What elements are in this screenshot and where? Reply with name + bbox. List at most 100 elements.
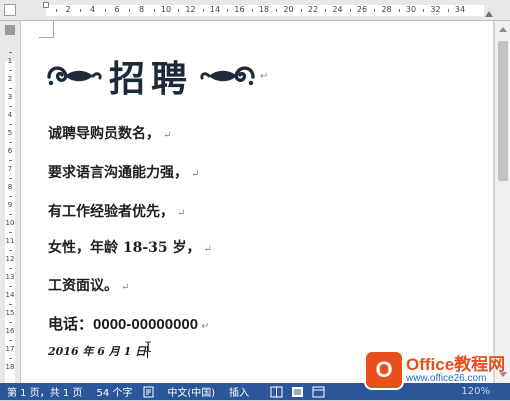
ruler-tick <box>300 9 302 12</box>
ruler-number: 2 <box>7 75 13 83</box>
paragraph-mark: ↵ <box>191 169 200 180</box>
ruler-number: 32 <box>430 5 441 14</box>
ruler-number: 28 <box>381 5 392 14</box>
vertical-scrollbar[interactable] <box>494 21 510 383</box>
ruler-tick <box>9 142 12 143</box>
read-mode-icon[interactable] <box>270 386 283 398</box>
vertical-ruler[interactable]: 1 2 3 4 5 6 7 8 9 10 11 12 13 14 15 16 17 18 <box>0 21 21 383</box>
scroll-up-icon[interactable] <box>499 27 507 32</box>
paragraph-text: 诚聘导购员数名， <box>48 126 160 142</box>
ruler-number: 4 <box>89 5 96 14</box>
ruler-number: 17 <box>5 345 15 353</box>
paragraph-2[interactable]: 要求语言沟通能力强， ↵ <box>48 162 199 182</box>
ruler-tick <box>374 9 376 12</box>
ruler-number: 6 <box>7 147 13 155</box>
date-text: 2016 年 6 月 1 日 <box>48 345 147 358</box>
ruler-number: 8 <box>138 5 145 14</box>
ruler-tick <box>202 9 204 12</box>
ruler-tick <box>9 232 12 233</box>
paragraph-mark: ↵ <box>177 208 186 219</box>
ibeam-cursor-icon: I <box>144 340 153 356</box>
phone-label: 电话： <box>48 315 94 333</box>
page-count[interactable]: 第 1 页，共 1 页 <box>0 384 89 399</box>
document-title[interactable]: 招聘 <box>109 50 193 102</box>
ruler-number: 7 <box>7 165 13 173</box>
ruler-tick <box>55 9 57 12</box>
right-indent-marker[interactable] <box>485 11 493 17</box>
ruler-number: 20 <box>283 5 294 14</box>
paragraph-5[interactable]: 工资面议。 ↵ <box>48 275 129 295</box>
ruler-tick <box>9 214 12 215</box>
ruler-tick <box>104 9 106 12</box>
ruler-number: 14 <box>209 5 221 14</box>
paragraph-mark: ↵ <box>260 70 269 82</box>
scrollbar-thumb[interactable] <box>498 41 508 181</box>
ruler-tick <box>251 9 253 12</box>
paragraph-text: 有工作经验者优先， <box>48 204 174 220</box>
proofing-icon[interactable] <box>143 386 156 398</box>
phone-paragraph[interactable]: 电话：0000-00000000 ↵ <box>48 313 210 334</box>
ruler-tick <box>9 358 12 359</box>
date-paragraph[interactable]: 2016 年 6 月 1 日 <box>48 343 149 359</box>
ruler-tick <box>129 9 131 12</box>
web-layout-icon[interactable] <box>312 386 325 398</box>
ruler-number: 2 <box>65 5 71 14</box>
paragraph-mark: ↵ <box>203 244 212 255</box>
horizontal-ruler[interactable]: 2 4 6 8 10 12 14 16 18 20 22 24 26 28 30 32 34 <box>0 0 510 21</box>
ruler-number: 14 <box>5 291 15 299</box>
ruler-number: 10 <box>160 5 172 14</box>
ruler-tick <box>398 9 400 12</box>
ruler-tick <box>9 268 12 269</box>
ruler-tick <box>9 196 12 197</box>
watermark-title: Office教程网 <box>406 354 506 374</box>
left-ornament-icon <box>45 61 103 91</box>
margin-crop-mark <box>39 21 54 38</box>
print-layout-icon[interactable] <box>291 386 304 398</box>
ruler-tick <box>9 322 12 323</box>
paragraph-text: 要求语言沟通能力强， <box>48 165 188 181</box>
tab-selector-button[interactable] <box>4 4 16 16</box>
paragraph-text: 女性，年龄 18-35 岁， <box>48 240 201 256</box>
ruler-number: 16 <box>5 327 15 335</box>
ruler-tick <box>9 88 12 89</box>
ruler-number: 9 <box>7 201 13 209</box>
ruler-number: 18 <box>258 5 270 14</box>
ruler-tick <box>9 124 12 125</box>
paragraph-1[interactable]: 诚聘导购员数名， ↵ <box>48 123 171 143</box>
ruler-tick <box>227 9 229 12</box>
ruler-tick <box>9 52 12 53</box>
ruler-number: 13 <box>5 273 15 281</box>
ruler-tick <box>423 9 425 12</box>
ruler-tick <box>9 304 12 305</box>
document-page[interactable]: 招聘 ↵ 诚聘导购员数名， ↵ 要求语言沟通能力强， ↵ 有工作经验者优先， ↵ 女性… <box>21 21 493 383</box>
ruler-tick <box>80 9 82 12</box>
title-row: 招聘 ↵ <box>45 51 268 101</box>
paragraph-4[interactable]: 女性，年龄 18-35 岁， ↵ <box>48 237 212 257</box>
ruler-tick <box>349 9 351 12</box>
paragraph-mark: ↵ <box>121 282 130 293</box>
ruler-tick <box>153 9 155 12</box>
ruler-tick <box>9 178 12 179</box>
ruler-tick <box>178 9 180 12</box>
ruler-number: 10 <box>5 219 15 227</box>
paragraph-3[interactable]: 有工作经验者优先， ↵ <box>48 201 185 221</box>
top-margin-marker[interactable] <box>5 25 15 35</box>
ruler-tick <box>9 250 12 251</box>
ruler-number: 11 <box>5 237 15 245</box>
watermark-url: www.office26.com <box>406 372 487 384</box>
watermark: O Office教程网 www.office26.com <box>366 352 505 388</box>
ruler-tick <box>9 286 12 287</box>
ruler-number: 15 <box>5 309 15 317</box>
insert-mode-indicator[interactable]: 插入 <box>222 384 256 399</box>
language-indicator[interactable]: 中文(中国) <box>160 384 222 399</box>
ruler-tick <box>9 106 12 107</box>
first-line-indent-marker[interactable] <box>43 2 49 8</box>
ruler-number: 34 <box>454 5 466 14</box>
ruler-number: 12 <box>185 5 196 14</box>
ruler-number: 5 <box>7 129 13 137</box>
ruler-number: 24 <box>332 5 343 14</box>
office-logo-icon: O <box>366 352 402 388</box>
watermark-text: Office教程网 www.office26.com <box>406 354 506 384</box>
ruler-number: 4 <box>7 111 13 119</box>
word-count[interactable]: 54 个字 <box>89 384 139 399</box>
